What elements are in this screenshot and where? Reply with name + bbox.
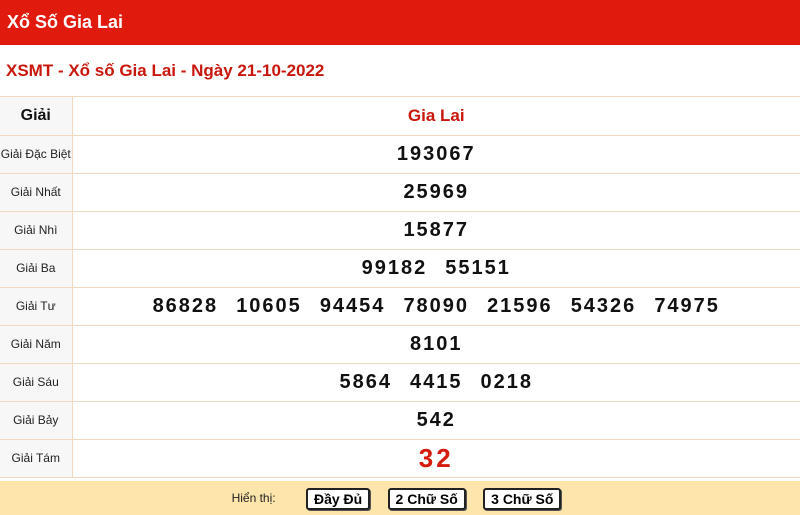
table-row: Giải Nhất 25969	[0, 173, 800, 212]
prize-label: Giải Đặc Biệt	[0, 135, 73, 174]
prize-label: Giải Tám	[0, 439, 73, 478]
prize-number: 32	[418, 442, 454, 473]
prize-numbers: 99182 55151	[72, 249, 800, 288]
prize-label: Giải Nhì	[0, 211, 73, 250]
prize-label: Giải Nhất	[0, 173, 73, 212]
prize-number: 54326	[570, 294, 637, 317]
table-row: Giải Bảy 542	[0, 401, 800, 440]
page-title: XSMT - Xổ số Gia Lai - Ngày 21-10-2022	[0, 45, 800, 97]
display-label: Hiển thị:	[231, 491, 276, 505]
prize-number: 10605	[236, 294, 302, 317]
prize-number: 55151	[445, 256, 511, 279]
prize-numbers: 8101	[72, 325, 800, 364]
prize-label: Giải Ba	[0, 249, 73, 288]
prize-number: 15877	[403, 218, 470, 241]
table-row: Giải Ba 99182 55151	[0, 249, 800, 288]
show-full-button[interactable]: Đầy Đủ	[305, 487, 371, 510]
show-2-digit-button[interactable]: 2 Chữ Số	[387, 487, 466, 510]
table-row: Giải Năm 8101	[0, 325, 800, 364]
prize-numbers: 15877	[72, 211, 800, 250]
prize-numbers: 86828 10605 94454 78090 21596 54326 74975	[72, 287, 800, 326]
site-title[interactable]: Xổ Số Gia Lai	[7, 12, 123, 32]
results-table: Giải Gia Lai Giải Đặc Biệt 193067 Giải Nhấ…	[0, 97, 800, 478]
prize-number: 0218	[480, 370, 533, 393]
column-header-province[interactable]: Gia Lai	[72, 97, 800, 136]
prize-number: 8101	[410, 332, 463, 355]
table-row: Giải Đặc Biệt 193067	[0, 135, 800, 174]
display-options-bar: Hiển thị: Đầy Đủ 2 Chữ Số 3 Chữ Số	[0, 481, 800, 515]
prize-number: 86828	[152, 294, 219, 317]
prize-label: Giải Sáu	[0, 363, 73, 402]
table-row: Giải Sáu 5864 4415 0218	[0, 363, 800, 402]
table-header-row: Giải Gia Lai	[0, 97, 800, 136]
prize-number: 74975	[654, 294, 720, 317]
prize-numbers: 193067	[72, 135, 800, 174]
prize-number: 99182	[361, 256, 428, 279]
prize-number: 25969	[403, 180, 470, 203]
prize-numbers: 5864 4415 0218	[72, 363, 800, 402]
site-header: Xổ Số Gia Lai	[0, 0, 800, 45]
prize-number: 542	[416, 408, 456, 431]
prize-number: 4415	[410, 370, 463, 393]
prize-number: 5864	[339, 370, 392, 393]
prize-label: Giải Năm	[0, 325, 73, 364]
column-header-prize: Giải	[0, 97, 73, 136]
table-row: Giải Tám 32	[0, 439, 800, 478]
prize-number: 193067	[396, 142, 476, 165]
prize-number: 21596	[487, 294, 553, 317]
prize-numbers: 25969	[72, 173, 800, 212]
prize-numbers: 542	[72, 401, 800, 440]
prize-label: Giải Bảy	[0, 401, 73, 440]
table-row: Giải Nhì 15877	[0, 211, 800, 250]
prize-numbers: 32	[72, 439, 800, 478]
table-row: Giải Tư 86828 10605 94454 78090 21596 54326 749…	[0, 287, 800, 326]
prize-number: 94454	[319, 294, 386, 317]
prize-number: 78090	[403, 294, 470, 317]
show-3-digit-button[interactable]: 3 Chữ Số	[483, 487, 562, 510]
prize-label: Giải Tư	[0, 287, 73, 326]
